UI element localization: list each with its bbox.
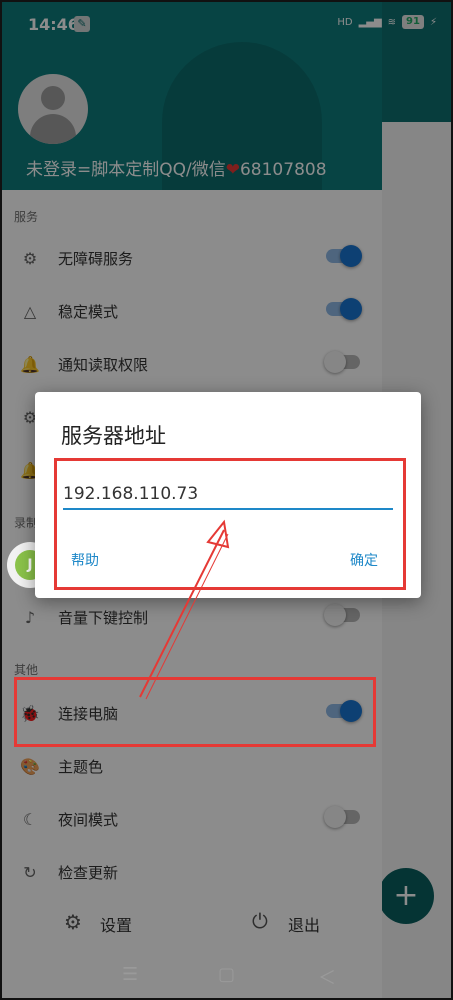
highlight-box-connect-pc — [14, 677, 376, 747]
highlight-box-dialog — [54, 458, 406, 590]
screen: + 未登录=脚本定制QQ/微信❤68107808 服务 ⚙ 无障碍服务 △ 稳定… — [0, 0, 453, 1000]
